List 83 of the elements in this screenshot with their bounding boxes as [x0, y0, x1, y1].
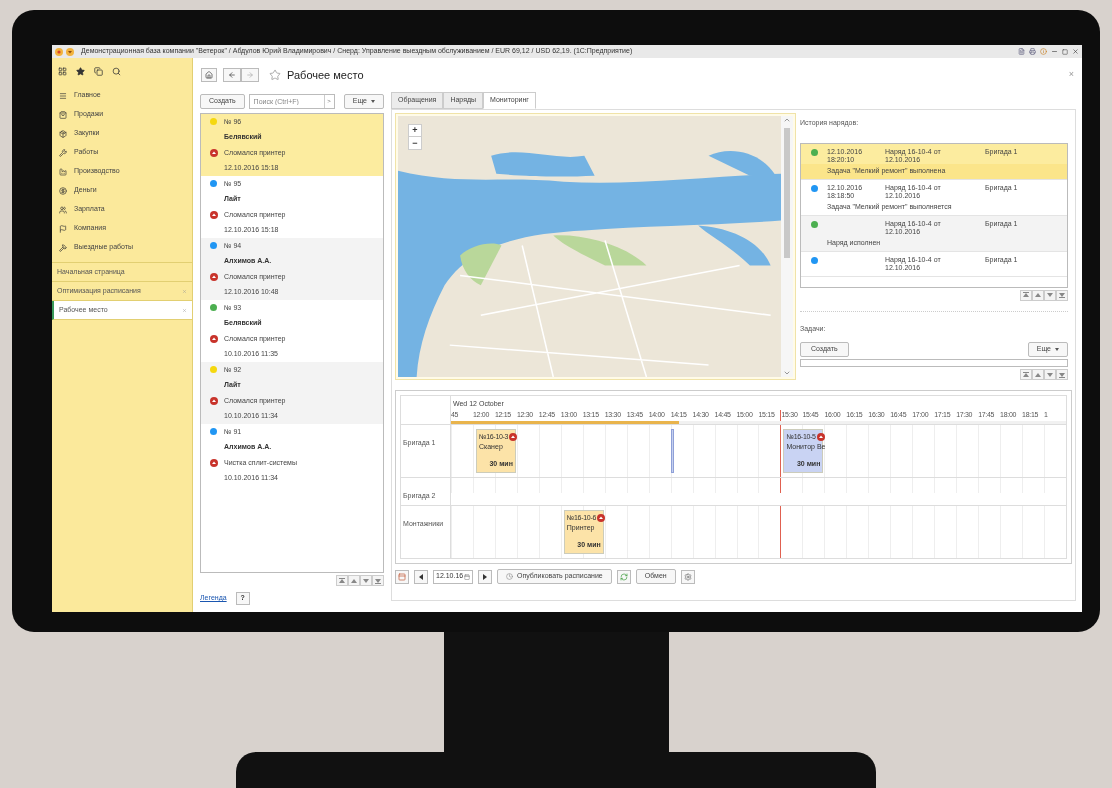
last-icon [1059, 371, 1065, 378]
scroll-up-button[interactable] [1032, 369, 1044, 380]
star-icon[interactable] [76, 66, 85, 76]
close-icon[interactable] [1072, 48, 1079, 55]
zoom-in-button[interactable]: + [409, 125, 421, 137]
calendar-top-icon [398, 572, 406, 581]
forward-button[interactable] [241, 68, 259, 82]
app-logo-icon[interactable] [55, 47, 63, 56]
section-icon [59, 91, 67, 100]
refresh-button[interactable] [616, 569, 631, 584]
section-icon [59, 186, 67, 195]
up-arrow-circle-icon [210, 458, 218, 467]
scroll-first-button[interactable] [1020, 289, 1032, 301]
right-triangle-icon [482, 573, 488, 580]
section-icon [59, 224, 67, 233]
chevron-down-icon[interactable] [783, 369, 791, 377]
apps-grid-icon[interactable] [58, 66, 67, 76]
scroll-last-button[interactable] [372, 575, 384, 586]
star-icon[interactable] [269, 69, 281, 81]
search-icon[interactable] [112, 66, 121, 76]
section-icon [59, 110, 67, 119]
schedule-marker[interactable] [670, 428, 674, 473]
scroll-down-button[interactable] [1044, 289, 1056, 301]
up-arrow-circle-icon [210, 210, 218, 219]
first-icon [1023, 292, 1029, 298]
caret-icon [371, 99, 375, 103]
scroll-first-button[interactable] [1020, 369, 1032, 380]
clock-icon [506, 573, 513, 580]
up-arrow-circle-icon [509, 432, 518, 441]
arrow-left-icon [228, 71, 236, 79]
first-icon [1023, 371, 1029, 378]
section-icon [59, 148, 67, 157]
home-button[interactable] [201, 68, 217, 82]
down-triangle-icon [1047, 292, 1053, 298]
left-triangle-icon [418, 573, 424, 580]
today-button[interactable] [395, 569, 409, 584]
up-arrow-circle-icon [597, 513, 606, 522]
scroll-first-button[interactable] [336, 575, 348, 586]
info-icon[interactable] [1040, 48, 1047, 55]
up-triangle-icon [351, 577, 357, 584]
up-arrow-circle-icon [816, 432, 825, 441]
page-title: Рабочее место [287, 67, 364, 83]
close-icon[interactable] [182, 307, 187, 313]
section-icon [59, 243, 67, 252]
zoom-out-button[interactable]: − [409, 137, 421, 149]
pages-icon[interactable] [94, 66, 103, 76]
section-icon [59, 205, 67, 214]
previous-button[interactable] [414, 569, 428, 584]
last-icon [1059, 292, 1065, 298]
home-icon [205, 71, 213, 79]
printer-icon[interactable] [1029, 48, 1036, 55]
scroll-last-button[interactable] [1056, 369, 1068, 380]
arrow-right-icon [246, 71, 254, 79]
scroll-down-button[interactable] [360, 575, 372, 586]
back-button[interactable] [223, 68, 241, 82]
up-triangle-icon [1035, 292, 1041, 298]
scrollbar[interactable] [781, 116, 793, 377]
maximize-icon[interactable] [1062, 48, 1068, 55]
section-icon [59, 129, 67, 138]
chevron-up-icon[interactable] [783, 116, 791, 124]
scroll-down-button[interactable] [1044, 369, 1056, 380]
down-triangle-icon [363, 577, 369, 584]
up-triangle-icon [1035, 371, 1041, 378]
refresh-icon [619, 572, 628, 581]
next-button[interactable] [478, 569, 492, 584]
menu-circle-icon[interactable] [66, 47, 74, 56]
section-icon [59, 167, 67, 176]
settings-button[interactable] [680, 569, 695, 584]
down-triangle-icon [1047, 371, 1053, 378]
up-arrow-circle-icon [210, 396, 218, 405]
scroll-last-button[interactable] [1056, 289, 1068, 301]
minimize-icon[interactable] [1051, 48, 1058, 55]
document-icon[interactable] [1018, 48, 1025, 55]
up-arrow-circle-icon [210, 334, 218, 343]
scroll-up-button[interactable] [348, 575, 360, 586]
up-arrow-circle-icon [210, 272, 218, 281]
calendar-icon[interactable] [464, 573, 470, 580]
first-icon [339, 577, 345, 584]
caret-icon [1055, 348, 1059, 351]
up-arrow-circle-icon [210, 148, 218, 157]
last-icon [375, 577, 381, 584]
settings-icon [683, 572, 692, 581]
scroll-up-button[interactable] [1032, 289, 1044, 301]
